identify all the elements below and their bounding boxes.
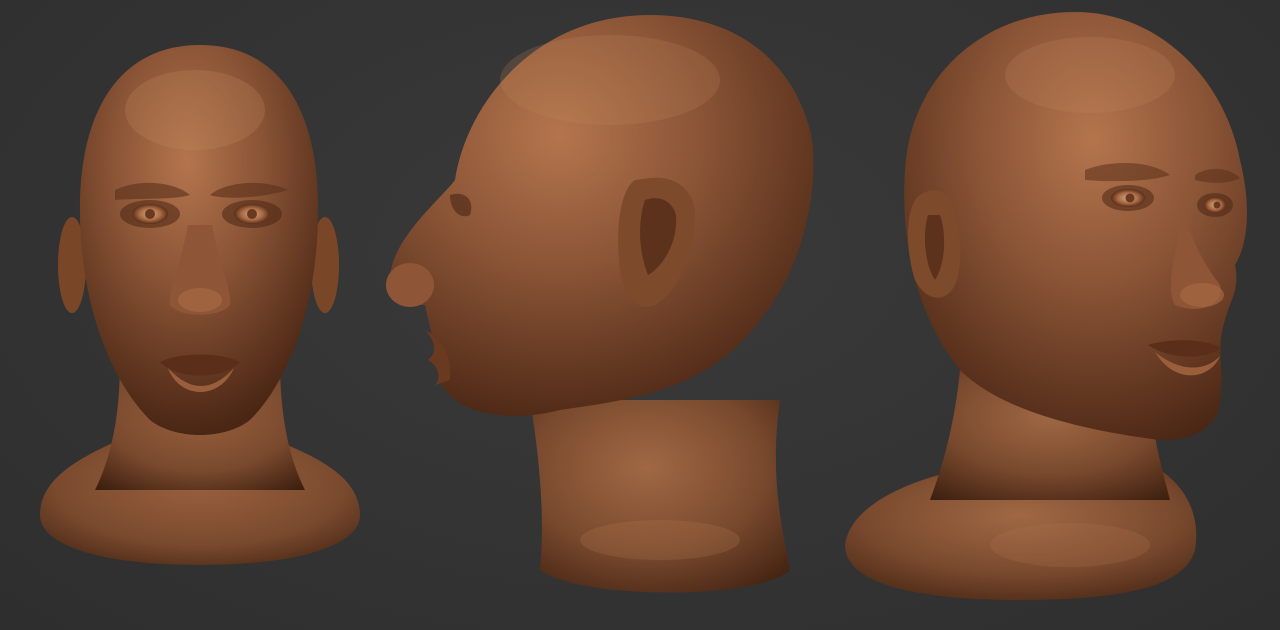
nose <box>386 263 434 307</box>
head-front-view <box>40 45 360 565</box>
head-side-view <box>386 15 814 593</box>
head-three-quarter-view <box>845 12 1247 600</box>
sculpt-viewport <box>0 0 1280 630</box>
neck <box>530 400 790 593</box>
